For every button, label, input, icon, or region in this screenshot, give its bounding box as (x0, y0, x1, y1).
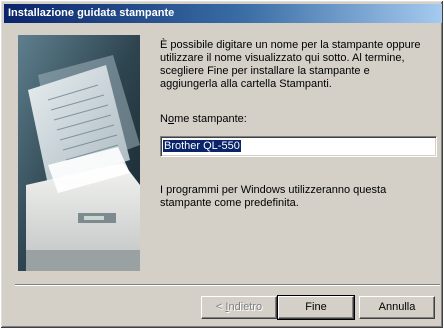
wizard-window: Installazione guidata stampante È possib… (0, 0, 444, 329)
printer-name-value: Brother QL-550 (163, 140, 241, 152)
printer-illustration (18, 35, 140, 271)
window-title: Installazione guidata stampante (8, 7, 175, 19)
finish-button[interactable]: Fine (277, 295, 355, 320)
printer-illustration-icon (18, 35, 140, 271)
button-separator (15, 284, 440, 286)
default-printer-note: I programmi per Windows utilizzeranno qu… (160, 184, 387, 209)
title-bar: Installazione guidata stampante (4, 4, 442, 23)
printer-name-label: Nome stampante: (160, 113, 247, 125)
cancel-button[interactable]: Annulla (359, 296, 435, 319)
back-button[interactable]: < Indietro (201, 296, 277, 319)
description-text: È possibile digitare un nome per la stam… (160, 39, 421, 90)
printer-name-input[interactable]: Brother QL-550 (160, 136, 437, 157)
